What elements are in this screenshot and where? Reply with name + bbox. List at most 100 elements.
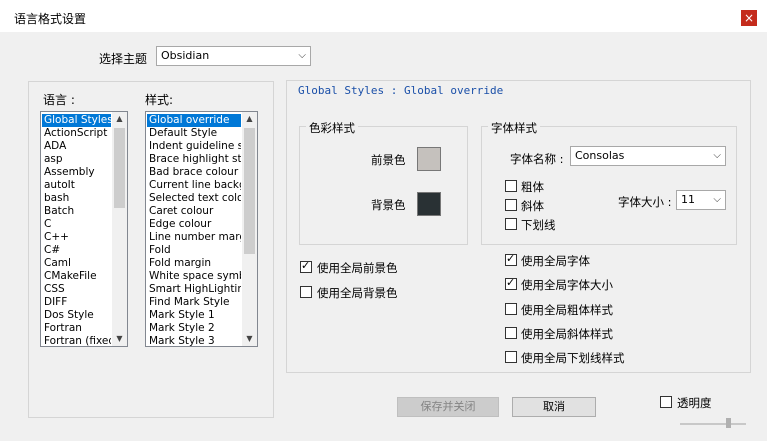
style-list-item[interactable]: Current line backgr [147,179,241,192]
use-global-size-label: 使用全局字体大小 [521,278,613,292]
use-global-bg-checkbox[interactable] [300,286,312,298]
bold-label: 粗体 [521,180,544,194]
chevron-down-icon: ⌵ [713,194,721,205]
scroll-up-icon[interactable]: ▲ [112,112,127,126]
language-list-item[interactable]: bash [42,192,111,205]
style-list-item[interactable]: Fold [147,244,241,257]
theme-label: 选择主题 [99,52,148,66]
background-label: 背景色 [371,198,406,212]
scroll-up-icon[interactable]: ▲ [242,112,257,126]
transparency-label: 透明度 [677,396,712,410]
style-list-item[interactable]: Caret colour [147,205,241,218]
style-list-item[interactable]: Edge colour [147,218,241,231]
use-global-underline-label: 使用全局下划线样式 [521,351,625,365]
use-global-font-label: 使用全局字体 [521,254,590,268]
language-list-item[interactable]: autoIt [42,179,111,192]
language-list-item[interactable]: CSS [42,283,111,296]
language-list-item[interactable]: ActionScript [42,127,111,140]
italic-checkbox[interactable] [505,199,517,211]
style-list-item[interactable]: Smart HighLighting [147,283,241,296]
style-list-item[interactable]: Indent guideline sty [147,140,241,153]
language-list-item[interactable]: C [42,218,111,231]
style-list-item[interactable]: Line number margin [147,231,241,244]
language-list-item[interactable]: Dos Style [42,309,111,322]
style-scrollbar[interactable]: ▲ ▼ [242,112,257,346]
scroll-thumb[interactable] [114,128,125,208]
underline-checkbox[interactable] [505,218,517,230]
use-global-underline-checkbox[interactable] [505,351,517,363]
style-list-item[interactable]: Find Mark Style [147,296,241,309]
language-list-item[interactable]: DIFF [42,296,111,309]
language-list-item[interactable]: Fortran [42,322,111,335]
transparency-slider-track[interactable] [680,423,746,425]
scroll-down-icon[interactable]: ▼ [112,332,127,346]
use-global-bg-label: 使用全局背景色 [317,286,398,300]
use-global-fg-checkbox[interactable] [300,259,312,273]
style-list-item[interactable]: Bad brace colour [147,166,241,179]
style-configurator-window: 语言格式设置 × 选择主题 Obsidian ⌵ 语言 : 样式: Global… [0,0,767,441]
title-bar: 语言格式设置 × [0,0,767,32]
style-list-item[interactable]: Global override [147,114,241,127]
close-icon[interactable]: × [741,10,757,26]
language-items: Global Styles ActionScript ADA asp Assembly a… [42,114,111,346]
chevron-down-icon: ⌵ [298,50,306,61]
style-list-item[interactable]: Selected text colou [147,192,241,205]
bold-checkbox[interactable] [505,180,517,192]
font-name-value: Consolas [575,149,625,162]
use-global-italic-checkbox[interactable] [505,327,517,339]
style-list-item[interactable]: White space symbo [147,270,241,283]
theme-select[interactable]: Obsidian ⌵ [156,46,311,66]
theme-select-value: Obsidian [161,49,210,62]
style-list-item[interactable]: Brace highlight styl [147,153,241,166]
scroll-down-icon[interactable]: ▼ [242,332,257,346]
italic-label: 斜体 [521,199,544,213]
language-list-item[interactable]: C# [42,244,111,257]
style-items: Global override Default Style Indent guide… [147,114,241,346]
chevron-down-icon: ⌵ [713,150,721,161]
language-list-item[interactable]: C++ [42,231,111,244]
language-list-item[interactable]: Batch [42,205,111,218]
font-size-label: 字体大小 : [618,195,672,209]
underline-label: 下划线 [521,218,556,232]
foreground-label: 前景色 [371,153,406,167]
style-list-item[interactable]: Mark Style 1 [147,309,241,322]
use-global-fg-label: 使用全局前景色 [317,261,398,275]
window-title: 语言格式设置 [14,12,87,26]
foreground-color-swatch[interactable] [417,147,441,171]
font-size-select[interactable]: 11 ⌵ [676,190,726,210]
style-list-item[interactable]: Mark Style 2 [147,322,241,335]
transparency-checkbox[interactable] [660,396,672,408]
use-global-size-checkbox[interactable] [505,276,517,290]
font-name-select[interactable]: Consolas ⌵ [570,146,726,166]
language-list-item[interactable]: ADA [42,140,111,153]
save-and-close-button[interactable]: 保存并关闭 [397,397,499,417]
font-name-label: 字体名称 : [510,152,564,166]
use-global-italic-label: 使用全局斜体样式 [521,327,613,341]
style-list-item[interactable]: Default Style [147,127,241,140]
style-list-item[interactable]: Fold margin [147,257,241,270]
use-global-bold-checkbox[interactable] [505,303,517,315]
language-list-item[interactable]: CMakeFile [42,270,111,283]
language-scrollbar[interactable]: ▲ ▼ [112,112,127,346]
language-list-item[interactable]: Global Styles [42,114,111,127]
language-list[interactable]: Global Styles ActionScript ADA asp Assembly a… [40,111,128,347]
colour-group-label: 色彩样式 [306,120,358,136]
language-label: 语言 : [43,93,75,107]
language-list-item[interactable]: asp [42,153,111,166]
use-global-font-checkbox[interactable] [505,252,517,266]
colour-group [299,126,468,245]
style-list[interactable]: Global override Default Style Indent guide… [145,111,258,347]
language-list-item[interactable]: Caml [42,257,111,270]
font-group [481,126,737,245]
transparency-slider-thumb[interactable] [726,418,731,428]
cancel-button[interactable]: 取消 [512,397,596,417]
language-list-item[interactable]: Assembly [42,166,111,179]
style-header: Global Styles : Global override [298,84,504,97]
font-group-label: 字体样式 [488,120,540,136]
style-label: 样式: [145,93,174,107]
scroll-thumb[interactable] [244,128,255,254]
language-list-item[interactable]: Fortran (fixed [42,335,111,346]
style-list-item[interactable]: Mark Style 3 [147,335,241,346]
background-color-swatch[interactable] [417,192,441,216]
use-global-bold-label: 使用全局粗体样式 [521,303,613,317]
